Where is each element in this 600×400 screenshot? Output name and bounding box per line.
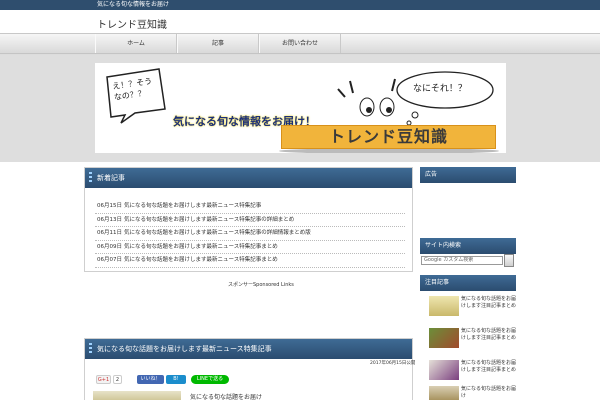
pickup-item[interactable]: 気になる旬な話題をお届けします注目記事まとめ <box>429 360 516 382</box>
site-tagline: 気になる旬な情報をお届け <box>97 1 170 8</box>
list-item[interactable]: 06月15日 気になる旬な話題をお届けします最新ニュース特集記事 <box>95 200 405 214</box>
article-date-meta: 2017年06月15日公開 <box>370 361 416 366</box>
article-link[interactable]: 気になる旬な話題をお届けします最新ニュース特集記事の詳細まとめ <box>124 214 294 227</box>
pickup-thumbnail[interactable] <box>429 328 459 348</box>
hero-area: え！？そうなの？？ なにそれ！？ 気になる旬な情報をお届け！ トレンド豆知識 <box>0 55 600 162</box>
article-link[interactable]: 気になる旬な話題をお届けします最新ニュース特集記事の詳細情報まとめ版 <box>124 227 311 240</box>
search-input[interactable]: Google カスタム検索 <box>421 256 503 265</box>
nav-item-home[interactable]: ホーム <box>95 34 177 53</box>
new-articles-heading: 新着記事 <box>85 168 412 188</box>
line-share-button[interactable]: LINEで送る <box>191 375 229 384</box>
article-thumbnail[interactable] <box>93 391 181 400</box>
search-button[interactable] <box>504 254 514 267</box>
pickup-thumbnail[interactable] <box>429 386 459 400</box>
article-excerpt[interactable]: 気になる旬な話題をお届け <box>190 392 262 400</box>
article-date: 06月11日 <box>97 230 122 236</box>
banner-brand-logo: トレンド豆知識 <box>281 125 496 149</box>
site-header: トレンド豆知識 <box>0 10 600 33</box>
article-date: 06月07日 <box>97 257 122 263</box>
header-banner[interactable]: え！？そうなの？？ なにそれ！？ 気になる旬な情報をお届け！ トレンド豆知識 <box>95 63 506 153</box>
new-articles-list: 06月15日 気になる旬な話題をお届けします最新ニュース特集記事 06月13日 … <box>95 200 405 268</box>
sidebar-pickup-heading: 注目記事 <box>420 275 516 291</box>
new-articles-box: 新着記事 06月15日 気になる旬な話題をお届けします最新ニュース特集記事 06… <box>84 167 413 272</box>
pickup-title[interactable]: 気になる旬な話題をお届けします注目記事まとめ <box>461 296 518 310</box>
article-link[interactable]: 気になる旬な話題をお届けします最新ニュース特集記事 <box>124 200 261 213</box>
facebook-like-button[interactable]: いいね！ <box>137 375 164 384</box>
article-link[interactable]: 気になる旬な話題をお届けします最新ニュース特集記事まとめ <box>124 254 278 267</box>
top-bar: 気になる旬な情報をお届け <box>0 0 600 10</box>
pickup-title[interactable]: 気になる旬な話題をお届けします注目記事まとめ <box>461 328 518 342</box>
gplus-count: 2 <box>113 375 122 384</box>
pickup-thumbnail[interactable] <box>429 360 459 380</box>
article-link[interactable]: 気になる旬な話題をお届けします最新ニュース特集記事まとめ <box>124 241 278 254</box>
list-item[interactable]: 06月07日 気になる旬な話題をお届けします最新ニュース特集記事まとめ <box>95 254 405 268</box>
list-item[interactable]: 06月11日 気になる旬な話題をお届けします最新ニュース特集記事の詳細情報まとめ… <box>95 227 405 241</box>
article-title[interactable]: 気になる旬な話題をお届けします最新ニュース特集記事 <box>85 339 412 359</box>
article-date: 06月09日 <box>97 243 122 250</box>
pickup-item[interactable]: 気になる旬な話題をお届けします注目記事まとめ <box>429 328 516 350</box>
global-nav: ホーム 記事 お問い合わせ <box>0 33 600 54</box>
pickup-title[interactable]: 気になる旬な話題をお届けします注目記事まとめ <box>461 360 518 374</box>
article-date: 06月13日 <box>97 216 122 223</box>
nav-item-contact[interactable]: お問い合わせ <box>259 34 341 53</box>
pickup-thumbnail[interactable] <box>429 296 459 316</box>
list-item[interactable]: 06月09日 気になる旬な話題をお届けします最新ニュース特集記事まとめ <box>95 241 405 254</box>
pickup-title[interactable]: 気になる旬な話題をお届け <box>461 386 518 400</box>
hatena-bookmark-button[interactable]: B! <box>166 375 186 384</box>
pickup-item[interactable]: 気になる旬な話題をお届け <box>429 386 516 400</box>
gplus-button[interactable]: G+1 <box>96 375 111 384</box>
site-title[interactable]: トレンド豆知識 <box>97 16 167 31</box>
sponsored-links-label: スポンサーSponsored Links <box>228 282 294 288</box>
list-item[interactable]: 06月13日 気になる旬な話題をお届けします最新ニュース特集記事の詳細まとめ <box>95 214 405 227</box>
pickup-item[interactable]: 気になる旬な話題をお届けします注目記事まとめ <box>429 296 516 318</box>
sidebar-search-heading: サイト内検索 <box>420 238 516 254</box>
nav-item-articles[interactable]: 記事 <box>177 34 259 53</box>
banner-bubble-right-text: なにそれ！？ <box>413 84 467 94</box>
sidebar-ad-heading: 広告 <box>420 167 516 183</box>
article-date: 06月15日 <box>97 203 122 209</box>
